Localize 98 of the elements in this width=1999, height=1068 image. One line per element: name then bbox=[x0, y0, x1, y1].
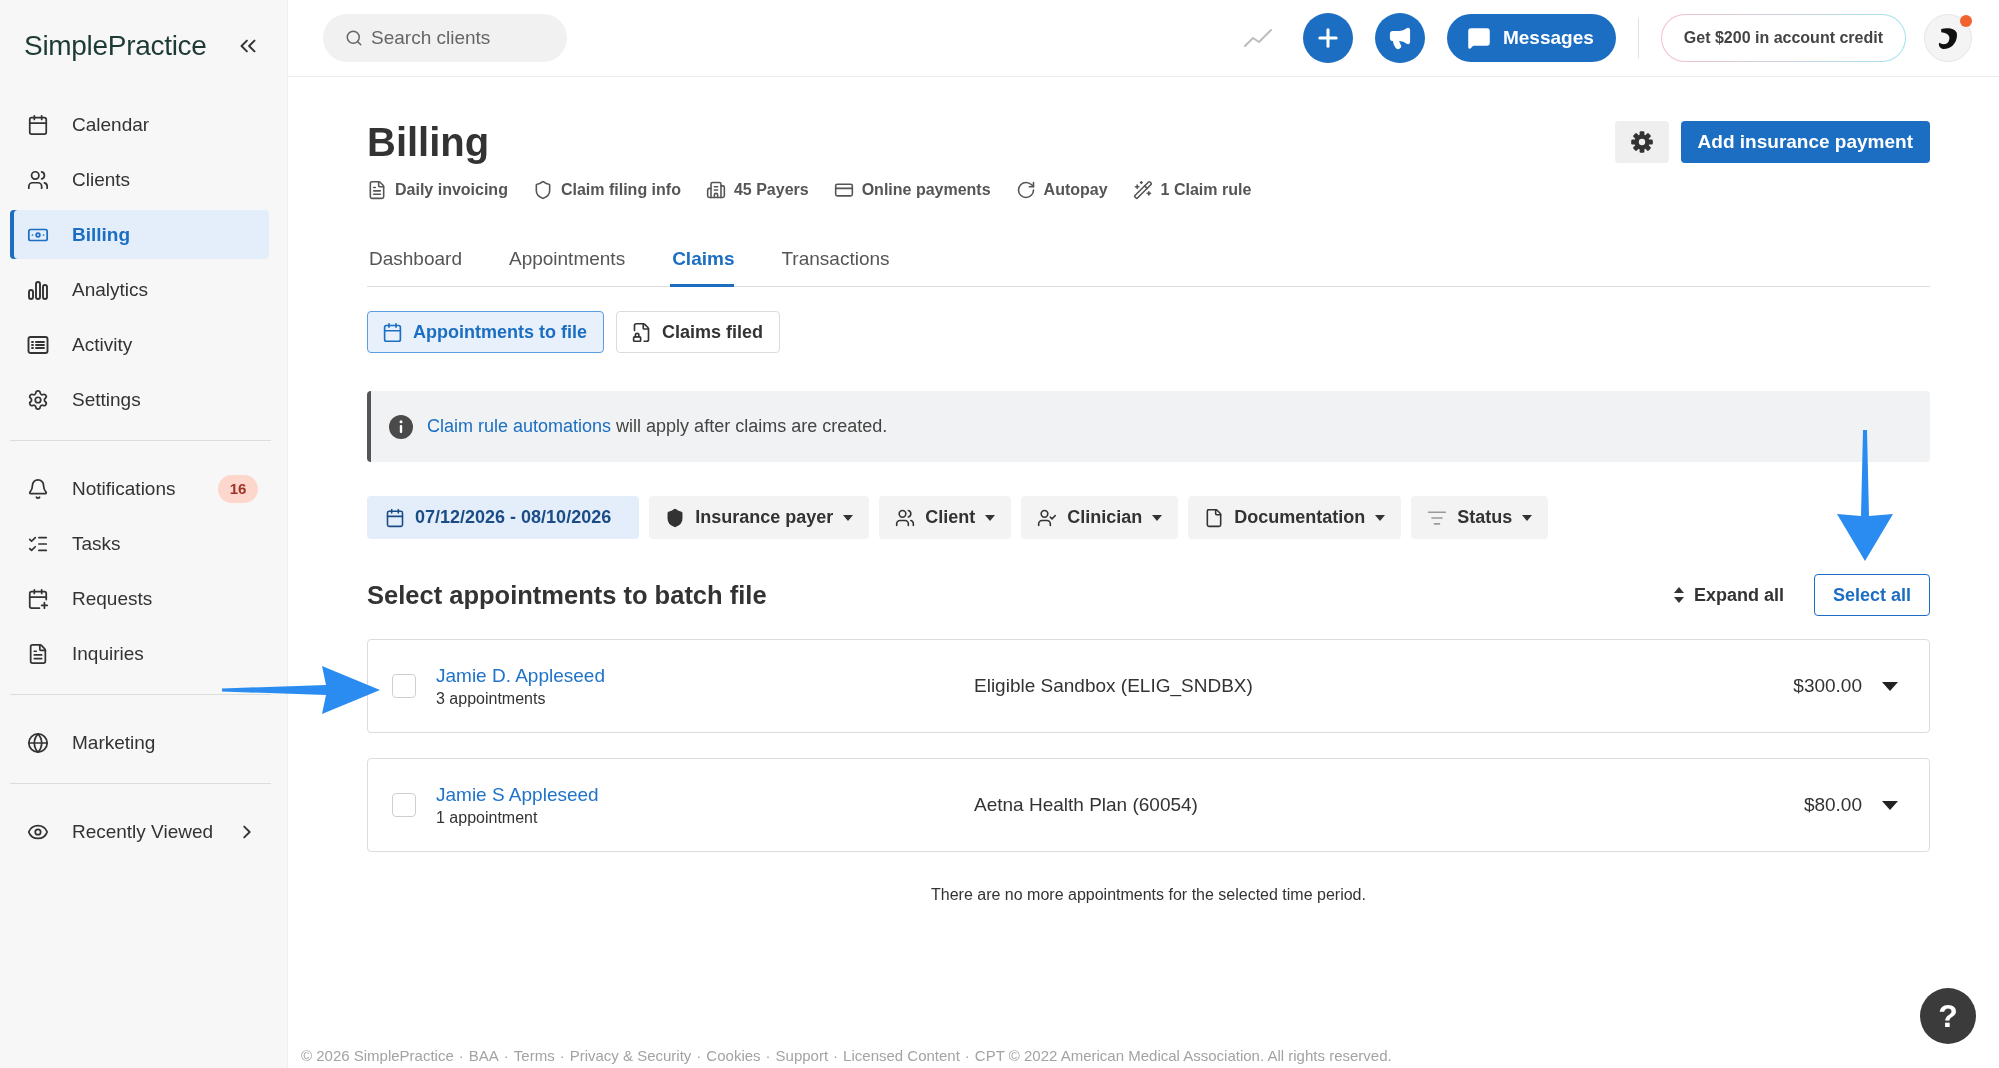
appointment-count: 1 appointment bbox=[436, 808, 538, 827]
empty-message: There are no more appointments for the selected time period. bbox=[930, 886, 1367, 904]
nav-item[interactable]: Inquiries bbox=[10, 629, 269, 678]
nav-item[interactable]: Activity bbox=[10, 320, 269, 369]
client-name-link[interactable]: Jamie D. Appleseed bbox=[436, 664, 605, 687]
filter-dropdown[interactable]: Clinician bbox=[1021, 496, 1179, 539]
checkbox[interactable] bbox=[392, 674, 416, 698]
nav-item[interactable]: Notifications 16 bbox=[10, 464, 269, 513]
info-link[interactable]: Online payments bbox=[833, 180, 991, 200]
settings-icon bbox=[1630, 131, 1653, 153]
view-toggle-button[interactable]: Claims filed bbox=[616, 311, 781, 353]
messages-button[interactable]: Messages bbox=[1446, 14, 1616, 62]
logo: SimplePractice bbox=[24, 30, 207, 62]
nav-item[interactable]: Clients bbox=[10, 155, 269, 204]
footer-separator: · bbox=[503, 1046, 509, 1064]
footer-separator: · bbox=[458, 1046, 464, 1064]
calendar-icon bbox=[382, 321, 403, 343]
caret-icon bbox=[1522, 514, 1533, 521]
count-badge: 16 bbox=[218, 474, 258, 503]
view-toggle-button[interactable]: Appointments to file bbox=[367, 311, 604, 353]
document-icon bbox=[367, 180, 387, 200]
section-title: Select appointments to batch file bbox=[367, 580, 768, 610]
footer-separator: · bbox=[696, 1046, 702, 1064]
search-icon bbox=[345, 29, 363, 47]
filter-dropdown[interactable]: Status bbox=[1411, 496, 1549, 539]
chat-bubble-icon bbox=[1466, 26, 1491, 50]
client-name-link[interactable]: Jamie S Appleseed bbox=[436, 783, 599, 806]
date-range-filter[interactable]: 07/12/2026 - 08/10/2026 bbox=[367, 496, 640, 539]
payer-name: Eligible Sandbox (ELIG_SNDBX) bbox=[974, 675, 1254, 697]
caret-icon bbox=[1152, 514, 1163, 521]
tab[interactable]: Claims bbox=[670, 246, 735, 287]
select-all-button[interactable]: Select all bbox=[1813, 574, 1930, 616]
announcements-button[interactable] bbox=[1374, 13, 1425, 63]
caret-icon bbox=[1375, 514, 1386, 521]
calendar-icon bbox=[385, 507, 405, 528]
person-check-icon bbox=[1037, 507, 1058, 528]
amount: $300.00 bbox=[1793, 675, 1862, 697]
footer-separator: · bbox=[559, 1046, 565, 1064]
nav-item[interactable]: Marketing bbox=[10, 718, 269, 767]
add-button[interactable] bbox=[1302, 13, 1353, 63]
banner-message: Claim rule automations will apply after claims are created. bbox=[427, 416, 888, 437]
people-icon bbox=[895, 507, 916, 528]
info-link[interactable]: Autopay bbox=[1015, 180, 1108, 200]
appointment-count: 3 appointments bbox=[436, 689, 546, 708]
nav-item[interactable]: Recently Viewed bbox=[10, 807, 269, 856]
building-icon bbox=[705, 180, 726, 200]
info-link[interactable]: Daily invoicing bbox=[367, 180, 508, 200]
checkbox[interactable] bbox=[392, 793, 416, 817]
help-button[interactable]: ? bbox=[1920, 988, 1976, 1044]
info-link[interactable]: Claim filing info bbox=[532, 180, 681, 200]
tab[interactable]: Appointments bbox=[506, 246, 626, 287]
info-link[interactable]: 45 Payers bbox=[705, 180, 809, 200]
payer-name: Aetna Health Plan (60054) bbox=[974, 794, 1199, 816]
calendar-plus-icon bbox=[27, 587, 49, 610]
credit-card-icon bbox=[833, 180, 854, 200]
wand-icon bbox=[1132, 180, 1153, 200]
caret-icon bbox=[843, 514, 854, 521]
megaphone-icon bbox=[1387, 26, 1412, 50]
nav-item[interactable]: Requests bbox=[10, 574, 269, 623]
search-field[interactable]: Search clients bbox=[323, 14, 567, 62]
nav-item[interactable]: Billing bbox=[10, 210, 269, 259]
account-credit-button[interactable]: Get $200 in account credit bbox=[1660, 14, 1906, 62]
file-lock-icon bbox=[631, 321, 652, 343]
list-icon bbox=[27, 333, 49, 356]
tab[interactable]: Dashboard bbox=[367, 246, 462, 287]
info-link[interactable]: 1 Claim rule bbox=[1132, 180, 1252, 200]
globe-icon bbox=[27, 731, 49, 754]
caret-icon[interactable] bbox=[1882, 681, 1898, 691]
logo-mark-icon bbox=[1938, 26, 1958, 50]
page-title: Billing bbox=[367, 121, 490, 163]
caret-icon bbox=[985, 514, 996, 521]
caret-icon[interactable] bbox=[1882, 800, 1898, 810]
document-icon bbox=[27, 642, 49, 665]
tab[interactable]: Transactions bbox=[779, 246, 890, 287]
nav-item[interactable]: Settings bbox=[10, 375, 269, 424]
add-insurance-payment-button[interactable]: Add insurance payment bbox=[1680, 121, 1930, 163]
settings-button[interactable] bbox=[1614, 121, 1669, 163]
expand-all-button[interactable]: Expand all bbox=[1673, 584, 1784, 606]
people-icon bbox=[27, 168, 49, 191]
calendar-icon bbox=[27, 113, 49, 136]
footer-separator: · bbox=[765, 1046, 771, 1064]
up-down-icon bbox=[1673, 587, 1684, 603]
bar-chart-icon bbox=[27, 278, 49, 301]
settings-icon bbox=[27, 388, 49, 411]
filter-dropdown[interactable]: Client bbox=[879, 496, 1012, 539]
account-avatar[interactable] bbox=[1924, 14, 1972, 62]
amount: $80.00 bbox=[1803, 794, 1862, 816]
footer-separator: · bbox=[833, 1046, 839, 1064]
nav-item[interactable]: Analytics bbox=[10, 265, 269, 314]
claim-rule-link[interactable]: Claim rule automations bbox=[427, 416, 612, 436]
filter-dropdown[interactable]: Insurance payer bbox=[649, 496, 870, 539]
info-icon bbox=[389, 414, 413, 439]
nav-item[interactable]: Tasks bbox=[10, 519, 269, 568]
filter-dropdown[interactable]: Documentation bbox=[1188, 496, 1402, 539]
bell-icon bbox=[27, 477, 49, 500]
footer-separator: · bbox=[964, 1046, 970, 1064]
nav-item[interactable]: Calendar bbox=[10, 100, 269, 149]
rotate-arrow-icon bbox=[1015, 180, 1036, 200]
